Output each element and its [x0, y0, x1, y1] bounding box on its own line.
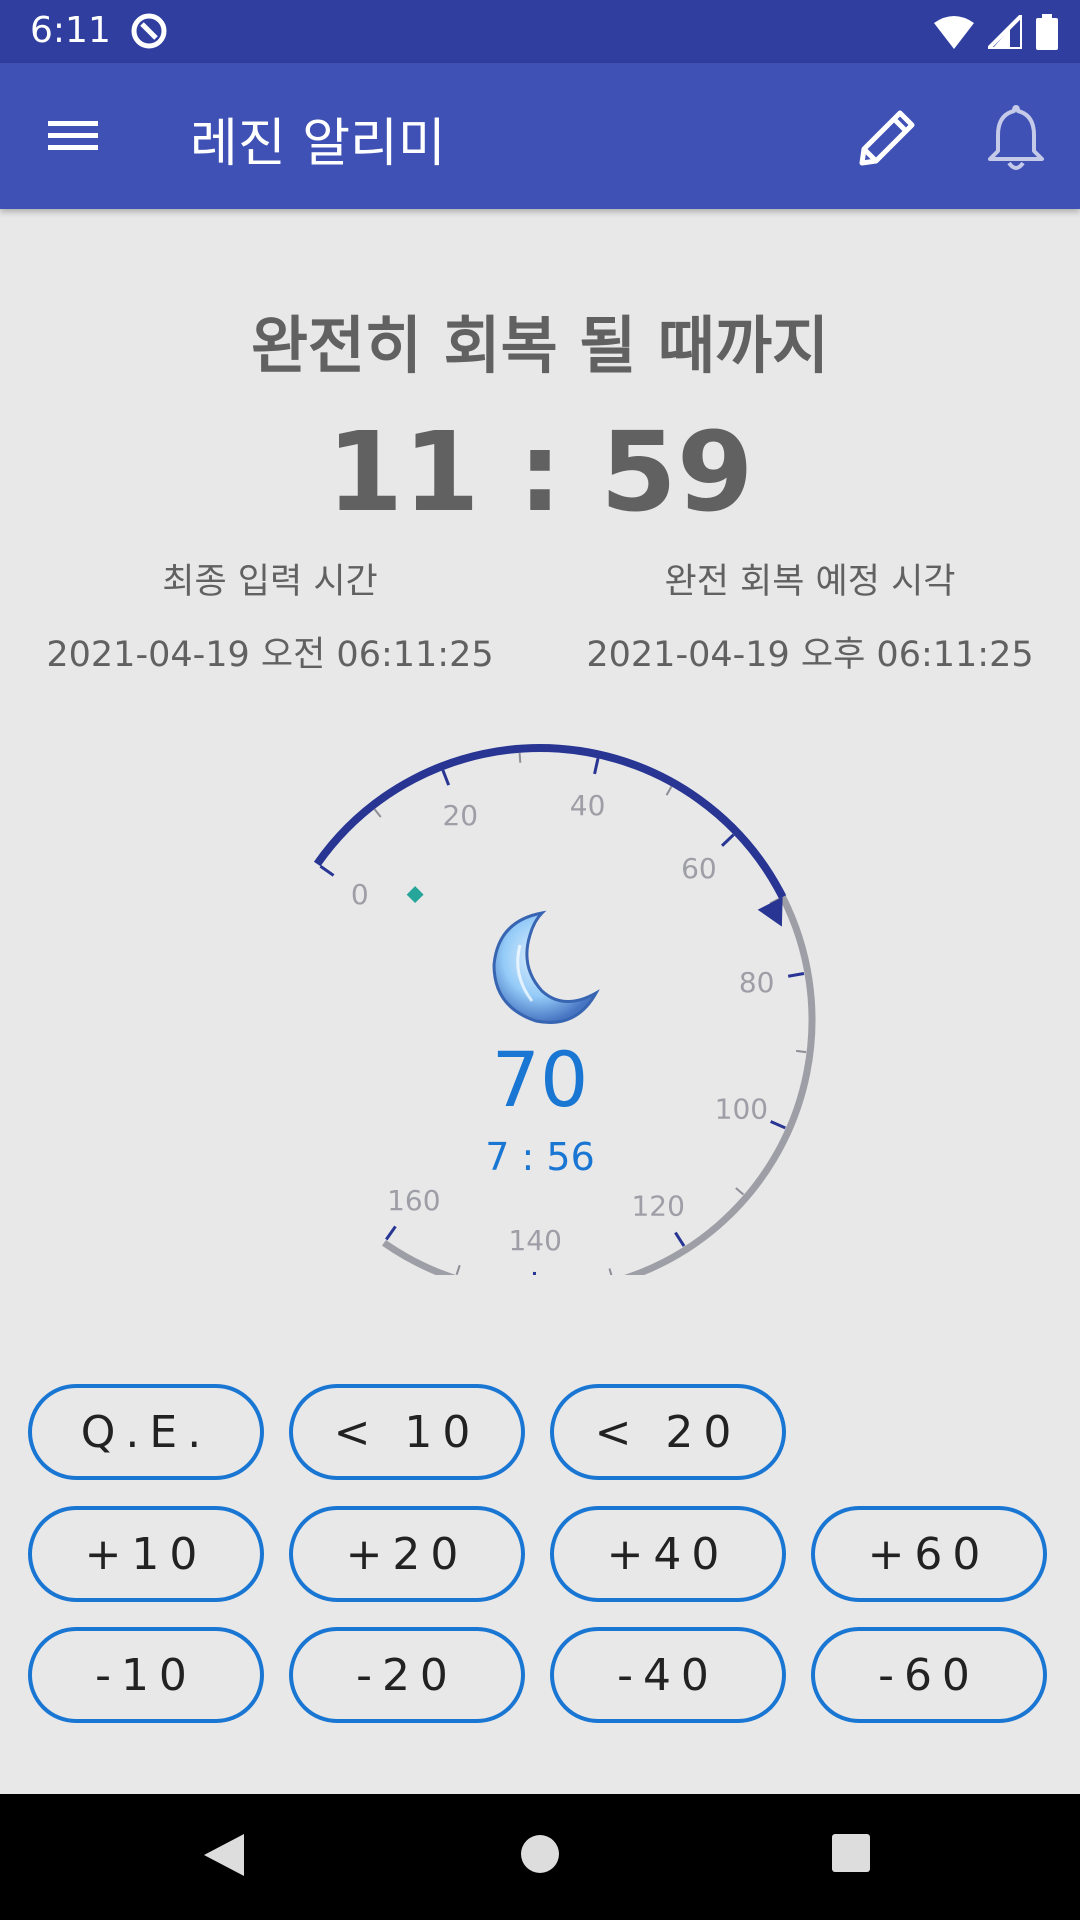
bell-icon[interactable]	[978, 99, 1054, 175]
gauge-tick	[593, 758, 600, 775]
gauge-tick	[720, 833, 735, 847]
menu-icon[interactable]	[38, 105, 108, 165]
home-icon[interactable]	[518, 1832, 562, 1876]
gauge-tick-label: 40	[570, 789, 606, 822]
gauge-time: 7 : 56	[485, 1135, 595, 1179]
qe-button[interactable]: Q.E.	[28, 1384, 264, 1480]
plus-20-button[interactable]: +20	[289, 1506, 525, 1602]
minus-10-button[interactable]: -10	[28, 1627, 264, 1723]
minus-60-button[interactable]: -60	[811, 1627, 1047, 1723]
last-input-block: 최종 입력 시간 2021-04-19 오전 06:11:25	[0, 553, 540, 677]
moon-icon	[492, 910, 600, 1024]
minus-20-button[interactable]: -20	[289, 1627, 525, 1723]
gauge-tick	[319, 865, 335, 877]
gauge-value: 70	[491, 1035, 589, 1124]
minus-40-button[interactable]: -40	[550, 1627, 786, 1723]
app-bar: 레진 알리미	[0, 63, 1080, 209]
plus-40-button[interactable]: +40	[550, 1506, 786, 1602]
gauge-tick-label: 0	[351, 878, 369, 911]
gauge-tick	[385, 1225, 397, 1241]
gauge-tick	[674, 1231, 686, 1247]
gauge-tick	[441, 769, 451, 786]
gauge-tick	[373, 808, 382, 818]
plus-60-button[interactable]: +60	[811, 1506, 1047, 1602]
navigation-bar	[0, 1794, 1080, 1920]
wifi-icon	[934, 16, 974, 49]
app-title: 레진 알리미	[190, 114, 446, 174]
full-recovery-value: 2021-04-19 오후 06:11:25	[586, 635, 1034, 675]
plus-10-button[interactable]: +10	[28, 1506, 264, 1602]
gauge-tick-label: 120	[631, 1190, 684, 1223]
recents-icon[interactable]	[830, 1832, 872, 1874]
status-bar: 6:11	[0, 0, 1080, 63]
gauge-tick-label: 20	[442, 799, 478, 832]
recovery-heading: 완전히 회복 될 때까지	[250, 309, 830, 382]
gauge-tick	[787, 971, 805, 978]
countdown-time: 11 : 59	[326, 408, 754, 536]
last-input-label: 최종 입력 시간	[162, 562, 378, 602]
gauge-tick-label: 140	[508, 1224, 561, 1257]
signal-icon	[988, 15, 1022, 49]
gauge-tick-label: 160	[387, 1184, 440, 1217]
gauge-tick	[518, 752, 522, 763]
back-icon[interactable]	[200, 1830, 248, 1880]
gauge-tick	[665, 785, 673, 796]
full-recovery-label: 완전 회복 예정 시각	[664, 562, 956, 602]
less-than-20-button[interactable]: < 20	[550, 1384, 786, 1480]
battery-icon	[1036, 14, 1058, 50]
gauge-tick-label: 80	[739, 966, 775, 999]
gauge-pointer	[757, 897, 783, 927]
less-than-10-button[interactable]: < 10	[289, 1384, 525, 1480]
full-recovery-block: 완전 회복 예정 시각 2021-04-19 오후 06:11:25	[540, 553, 1080, 677]
status-time: 6:11	[30, 10, 111, 51]
gauge-tick-label: 60	[681, 852, 717, 885]
last-input-value: 2021-04-19 오전 06:11:25	[46, 635, 494, 675]
gauge-marker	[406, 886, 424, 904]
gauge-tick	[455, 1264, 461, 1275]
edit-icon[interactable]	[850, 99, 926, 175]
gauge-tick	[608, 1268, 613, 1275]
gauge-tick	[735, 1187, 745, 1196]
notification-icon	[131, 13, 167, 49]
